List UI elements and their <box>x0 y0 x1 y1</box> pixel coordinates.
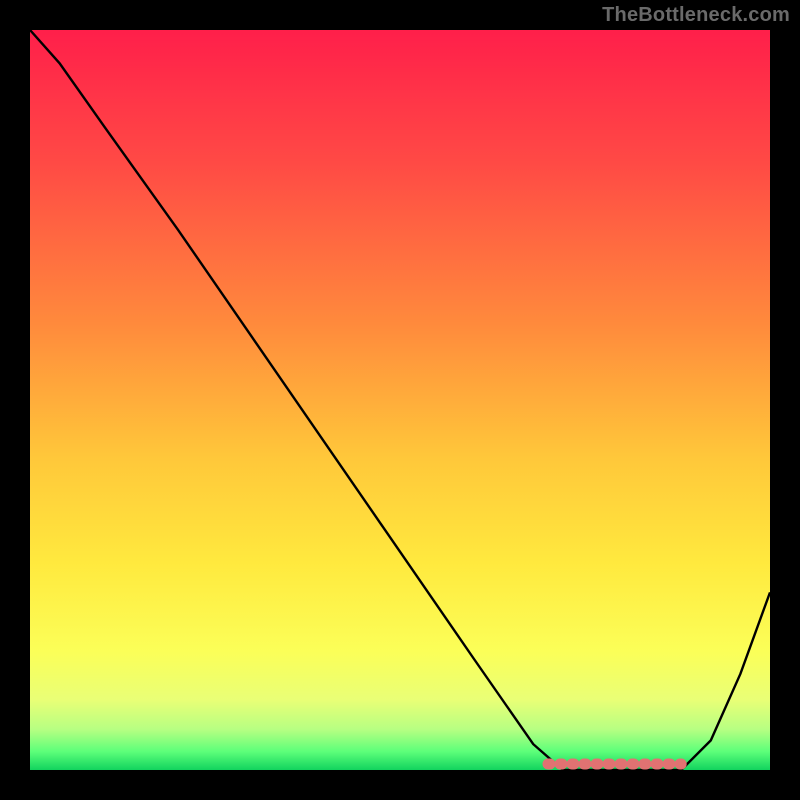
chart-stage: TheBottleneck.com <box>0 0 800 800</box>
watermark-text: TheBottleneck.com <box>602 4 790 27</box>
bottleneck-chart <box>0 0 800 800</box>
plot-background <box>30 30 770 770</box>
